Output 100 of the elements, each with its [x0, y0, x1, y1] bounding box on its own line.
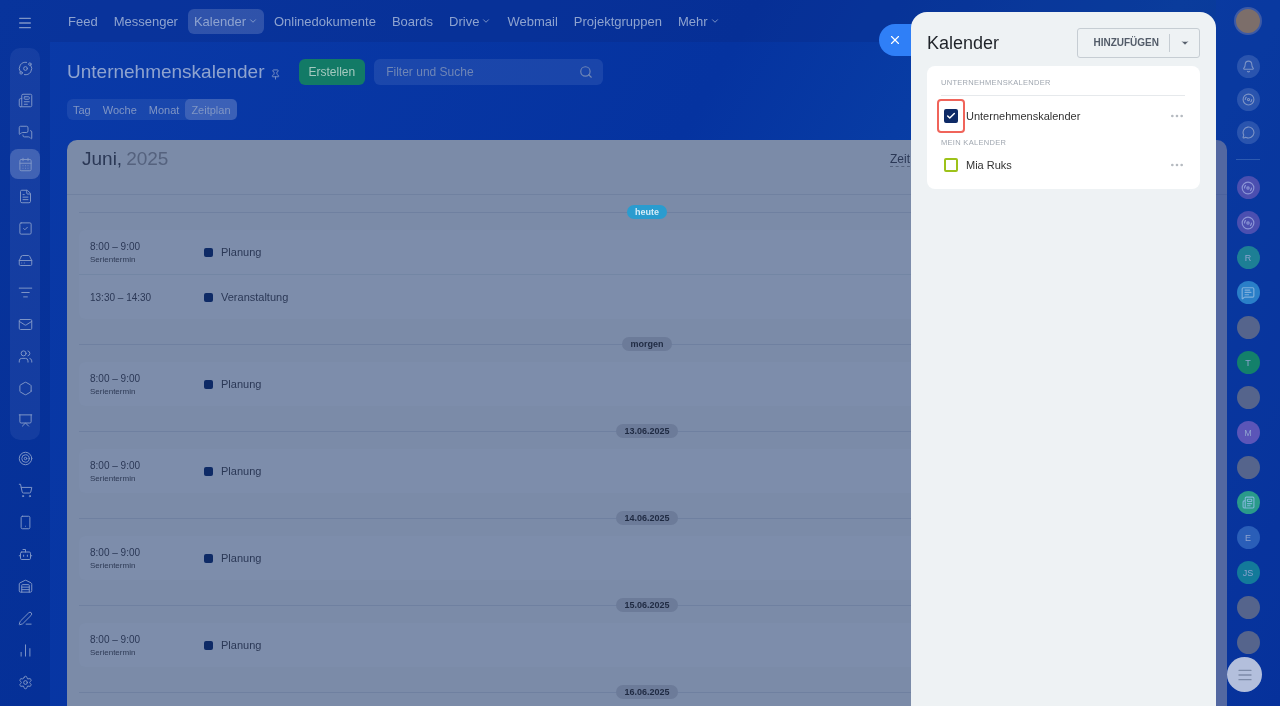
calendar-name: Unternehmenskalender — [966, 110, 1081, 122]
hexagon-icon — [17, 380, 33, 396]
header-link[interactable]: Zeit — [890, 152, 910, 167]
calendar-name: Mia Ruks — [966, 159, 1012, 171]
event-time: 8:00 – 9:00 — [90, 240, 142, 252]
newspaper-icon — [17, 92, 33, 108]
spiral-icon[interactable] — [1236, 88, 1260, 111]
event-time: 8:00 – 9:00 — [90, 459, 142, 471]
event-time: 8:00 – 9:00 — [90, 546, 142, 558]
date-label: 16.06.2025 — [616, 685, 678, 699]
create-button[interactable]: Erstellen — [298, 59, 366, 85]
page-title: Unternehmenskalender — [67, 61, 265, 83]
search-icon — [579, 65, 594, 79]
close-icon — [888, 33, 902, 47]
nav-item[interactable]: Messenger — [107, 8, 184, 34]
event-time: 13:30 – 14:30 — [90, 291, 153, 303]
document-icon — [17, 188, 33, 204]
contact-initials[interactable]: R — [1236, 246, 1260, 269]
event-note: Serientermin — [90, 647, 137, 657]
bell-icon[interactable] — [1236, 55, 1260, 78]
cart-icon — [17, 482, 33, 498]
event-note: Serientermin — [90, 560, 137, 570]
event-time: 8:00 – 9:00 — [90, 372, 142, 384]
contact-initials[interactable]: T — [1236, 351, 1260, 374]
settings-icon — [17, 674, 33, 690]
event-title: Planung — [221, 378, 262, 390]
avatar-placeholder[interactable] — [1236, 316, 1260, 339]
view-tab[interactable]: Woche — [96, 99, 143, 120]
chart-icon — [17, 642, 33, 658]
news-icon[interactable] — [1236, 491, 1260, 514]
drive-icon — [17, 252, 33, 268]
menu-icon — [17, 15, 33, 31]
nav-item[interactable]: Feed — [62, 8, 104, 34]
date-label: heute — [627, 205, 667, 219]
contact-initials[interactable]: E — [1236, 526, 1260, 549]
chevron-icon — [248, 16, 258, 26]
avatar-placeholder[interactable] — [1236, 631, 1260, 654]
avatar-placeholder[interactable] — [1234, 7, 1262, 35]
calendar-checkbox[interactable] — [944, 109, 958, 123]
chat-icon[interactable] — [1236, 281, 1260, 304]
panel-title: Kalender — [927, 32, 1000, 54]
calendar-checkbox[interactable] — [944, 158, 958, 172]
contact-initials[interactable]: M — [1236, 421, 1260, 444]
event-row[interactable]: 8:00 – 9:00 Serientermin Planung — [79, 362, 1215, 406]
nav-item[interactable]: Boards — [385, 8, 440, 34]
caret-icon — [1179, 38, 1190, 48]
checkbox-icon — [17, 220, 33, 236]
event-row[interactable]: 8:00 – 9:00 Serientermin Planung — [79, 449, 1215, 493]
view-tab[interactable]: Tag — [67, 99, 97, 120]
event-note: Serientermin — [90, 473, 137, 483]
event-title: Planung — [221, 639, 262, 651]
calendar-color-square — [204, 466, 213, 476]
nav-item[interactable]: Projektgruppen — [567, 8, 668, 34]
chevron-icon — [709, 16, 720, 26]
calendar-color-square — [204, 553, 213, 563]
list-button[interactable] — [1227, 657, 1262, 692]
calendar-color-square — [204, 247, 213, 257]
contact-app-icon[interactable] — [1236, 211, 1260, 234]
sidebar-item[interactable] — [10, 149, 40, 179]
contact-app-icon[interactable] — [1236, 176, 1260, 199]
chat-icon[interactable] — [1236, 121, 1260, 144]
nav-item[interactable]: Kalender — [187, 8, 264, 34]
calendar-icon — [17, 156, 33, 172]
chat-icon — [17, 124, 33, 140]
nav-item[interactable]: Mehr — [671, 8, 726, 34]
calendar-color-square — [204, 292, 213, 302]
event-row[interactable]: 8:00 – 9:00 Serientermin Planung — [79, 536, 1215, 580]
people-icon — [17, 348, 33, 364]
avatar-placeholder[interactable] — [1236, 386, 1260, 409]
nav-item[interactable]: Drive — [443, 8, 498, 34]
check-icon — [946, 111, 956, 121]
date-label: 14.06.2025 — [616, 511, 678, 525]
event-note: Serientermin — [90, 254, 137, 264]
event-title: Veranstaltung — [221, 291, 289, 303]
view-tab[interactable]: Zeitplan — [185, 99, 237, 120]
loop-icon — [17, 60, 33, 76]
event-title: Planung — [221, 465, 262, 477]
avatar-placeholder[interactable] — [1236, 596, 1260, 619]
event-time: 8:00 – 9:00 — [90, 633, 142, 645]
warehouse-icon — [17, 578, 33, 594]
add-button[interactable]: HINZUFÜGEN — [1077, 28, 1200, 58]
calendar-color-square — [204, 379, 213, 389]
pin-icon[interactable] — [269, 68, 281, 80]
filter-icon — [17, 284, 33, 300]
mail-icon — [17, 316, 33, 332]
event-title: Planung — [221, 246, 262, 258]
robot-icon — [17, 546, 33, 562]
target-icon — [17, 450, 33, 466]
nav-item[interactable]: Onlinedokumente — [268, 8, 382, 34]
presentation-icon — [17, 412, 33, 428]
avatar-placeholder[interactable] — [1236, 456, 1260, 479]
pen-icon — [17, 610, 33, 626]
contact-initials[interactable]: JS — [1236, 561, 1260, 584]
event-title: Planung — [221, 552, 262, 564]
event-row[interactable]: 13:30 – 14:30 Veranstaltung — [79, 275, 1215, 319]
nav-item[interactable]: Webmail — [501, 8, 564, 34]
event-row[interactable]: 8:00 – 9:00 Serientermin Planung — [79, 623, 1215, 667]
date-label: morgen — [622, 337, 672, 351]
view-tab[interactable]: Monat — [142, 99, 186, 120]
device-icon — [17, 514, 33, 530]
